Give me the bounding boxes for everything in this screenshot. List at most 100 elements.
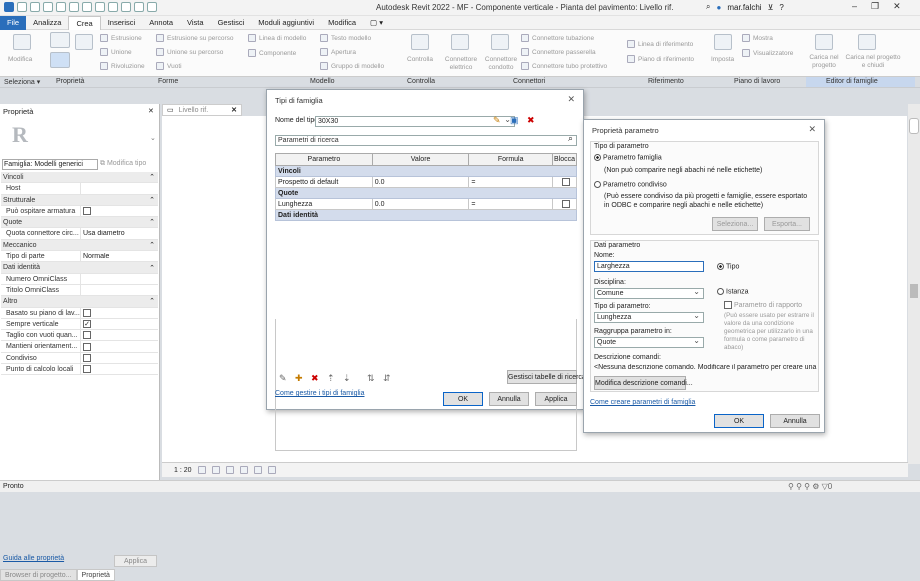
type-selector[interactable]: Famiglia: Modelli generici xyxy=(2,159,98,170)
grid-lock-cell[interactable] xyxy=(552,198,577,210)
edit-parameter-icon[interactable]: ✎ xyxy=(279,373,287,384)
tab-annota[interactable]: Annota xyxy=(142,16,180,30)
hide-isolate-icon[interactable] xyxy=(267,466,276,474)
collapse-icon[interactable]: ⌃ xyxy=(149,241,155,249)
ratio-param-checkbox[interactable]: Parametro di rapporto xyxy=(724,301,802,309)
modifica-tipo-button[interactable]: ⧉ Modifica tipo xyxy=(100,160,146,168)
type-name-select[interactable]: 30X30 xyxy=(315,115,515,127)
vertical-scrollbar[interactable] xyxy=(908,104,920,464)
help-icon[interactable]: ? xyxy=(779,3,783,12)
close-icon[interactable]: ✕ xyxy=(808,124,816,135)
lock-checkbox[interactable] xyxy=(561,200,570,208)
connettore-tubazione-button[interactable]: Connettore tubazione xyxy=(521,34,594,42)
search-icon[interactable]: ⌕ xyxy=(706,2,710,12)
apply-button[interactable]: Applica xyxy=(114,555,157,567)
name-input[interactable]: Larghezza xyxy=(594,261,704,272)
componente-button[interactable]: Componente xyxy=(248,49,296,57)
grid-section-row[interactable]: Vincoli xyxy=(275,165,577,177)
print-icon[interactable] xyxy=(82,2,92,12)
load-into-project-icon[interactable] xyxy=(815,34,833,50)
new-type-icon[interactable]: ✎ xyxy=(493,115,501,126)
property-section[interactable]: Altro ⌃ xyxy=(1,296,158,308)
imposta-button[interactable]: Imposta xyxy=(711,56,734,63)
delete-type-icon[interactable]: ✖ xyxy=(527,115,535,126)
mostra-button[interactable]: Mostra xyxy=(742,34,773,42)
close-icon[interactable]: ✕ xyxy=(231,106,237,114)
collapse-icon[interactable]: ⌃ xyxy=(149,297,155,305)
restore-icon[interactable]: ❐ xyxy=(871,1,879,12)
grid-param-formula[interactable]: = xyxy=(468,198,553,210)
move-up-icon[interactable]: ⇡ xyxy=(327,373,335,384)
rename-type-icon[interactable]: ▣ xyxy=(510,115,519,126)
guide-link[interactable]: Guida alle proprietà xyxy=(3,555,64,562)
minimize-icon[interactable]: – xyxy=(852,1,857,12)
property-checkbox[interactable] xyxy=(81,320,91,328)
cancel-button[interactable]: Annulla xyxy=(489,392,529,406)
tab-inserisci[interactable]: Inserisci xyxy=(101,16,143,30)
grid-param-value[interactable]: 0.0 xyxy=(371,176,470,188)
close-hidden-icon[interactable] xyxy=(147,2,157,12)
connettore-elettrico-button[interactable]: Connettore elettrico xyxy=(443,56,479,72)
grid-param-formula[interactable]: = xyxy=(468,176,553,188)
grid-section-row[interactable]: Quote xyxy=(275,187,577,199)
connettore-condotto-button[interactable]: Connettore condotto xyxy=(483,56,519,72)
select-button[interactable]: Seleziona... xyxy=(712,217,758,231)
view-tab[interactable]: ▭ Livello rif. ✕ xyxy=(162,104,242,116)
property-value[interactable]: Usa diametro xyxy=(81,230,125,237)
text-icon[interactable] xyxy=(108,2,118,12)
tab-crea[interactable]: Crea xyxy=(68,16,101,30)
sort-asc-icon[interactable]: ⇅ xyxy=(367,373,375,384)
delete-parameter-icon[interactable]: ✖ xyxy=(311,373,319,384)
export-button[interactable]: Esporta... xyxy=(764,217,810,231)
load-and-close-icon[interactable] xyxy=(858,34,876,50)
property-section[interactable]: Meccanico ⌃ xyxy=(1,239,158,252)
rivoluzione-button[interactable]: Rivoluzione xyxy=(100,62,145,70)
tab-gestisci[interactable]: Gestisci xyxy=(211,16,252,30)
navigation-wheel-icon[interactable] xyxy=(909,118,919,134)
new-parameter-icon[interactable]: ✚ xyxy=(295,373,303,384)
close-icon[interactable]: ✕ xyxy=(893,1,901,12)
search-icon[interactable]: ⌕ xyxy=(568,133,573,144)
set-workplane-icon[interactable] xyxy=(714,34,732,50)
collapse-icon[interactable]: ⌃ xyxy=(149,196,155,204)
tab-project-browser[interactable]: Browser di progetto... xyxy=(0,569,77,581)
col-valore[interactable]: Valore xyxy=(371,153,470,166)
property-checkbox[interactable] xyxy=(81,331,91,340)
apertura-button[interactable]: Apertura xyxy=(320,48,356,56)
save-icon[interactable] xyxy=(30,2,40,12)
linea-riferimento-button[interactable]: Linea di riferimento xyxy=(627,40,693,48)
property-checkbox[interactable] xyxy=(81,353,91,362)
undo-icon[interactable] xyxy=(56,2,66,12)
redo-icon[interactable] xyxy=(69,2,79,12)
vuoti-button[interactable]: Vuoti xyxy=(156,62,182,70)
estrusione-button[interactable]: Estrusione xyxy=(100,34,142,42)
manage-lookup-tables-button[interactable]: Gestisci tabelle di ricerca xyxy=(507,370,586,384)
linea-modello-button[interactable]: Linea di modello xyxy=(248,34,306,42)
tab-extra[interactable]: ▢ ▾ xyxy=(363,16,390,30)
open-icon[interactable] xyxy=(17,2,27,12)
controlla-button[interactable]: Controlla xyxy=(407,56,433,63)
family-params-icon[interactable] xyxy=(75,34,93,50)
sync-icon[interactable] xyxy=(43,2,53,12)
chevron-down-icon[interactable]: ⌄ xyxy=(150,134,156,142)
tab-file[interactable]: File xyxy=(0,16,27,30)
property-section[interactable]: Quote ⌃ xyxy=(1,217,158,229)
carica-chiudi-button[interactable]: Carica nel progetto e chiudi xyxy=(843,54,903,70)
control-icon[interactable] xyxy=(411,34,429,50)
modify-icon[interactable] xyxy=(13,34,31,50)
unione-button[interactable]: Unione xyxy=(100,48,132,56)
manage-types-link[interactable]: Come gestire i tipi di famiglia xyxy=(275,390,364,397)
tab-analizza[interactable]: Analizza xyxy=(26,16,68,30)
unione-percorso-button[interactable]: Unione su percorso xyxy=(156,48,223,56)
scrollbar-thumb[interactable] xyxy=(910,284,918,298)
property-checkbox[interactable] xyxy=(81,342,91,351)
family-types-icon[interactable] xyxy=(50,32,70,48)
property-section[interactable]: Strutturale ⌃ xyxy=(1,194,158,206)
lock-checkbox[interactable] xyxy=(561,178,570,186)
col-formula[interactable]: Formula xyxy=(468,153,553,166)
property-section[interactable]: Vincoli ⌃ xyxy=(1,172,158,184)
scale-label[interactable]: 1 : 20 xyxy=(174,467,192,474)
family-category-icon[interactable] xyxy=(50,52,70,68)
property-checkbox[interactable] xyxy=(81,207,91,216)
section-icon[interactable] xyxy=(134,2,144,12)
